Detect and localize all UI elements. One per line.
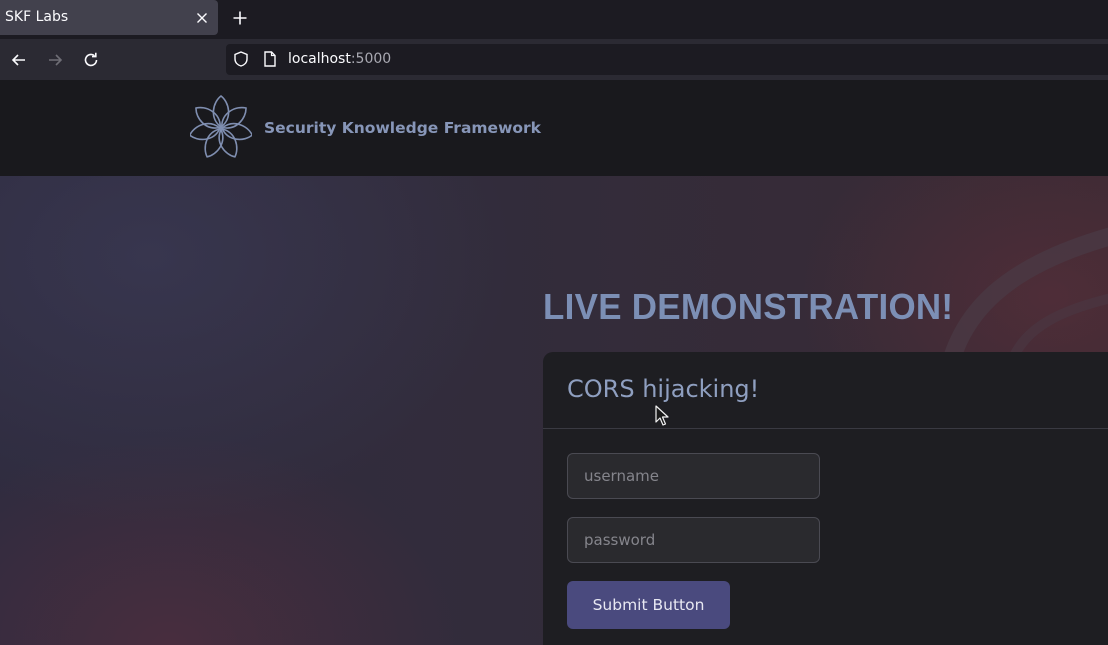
tab-title: SKF Labs [5, 9, 69, 25]
url-port: :5000 [350, 51, 392, 67]
username-input[interactable] [567, 453, 820, 499]
card-title: CORS hijacking! [567, 375, 760, 403]
forward-arrow-icon[interactable] [44, 49, 66, 71]
skf-flower-logo[interactable] [190, 95, 252, 161]
browser-tab[interactable]: SKF Labs [0, 0, 218, 35]
url-host: localhost [288, 51, 351, 67]
brand-name[interactable]: Security Knowledge Framework [264, 119, 541, 137]
site-header [0, 80, 1108, 176]
page-icon[interactable] [261, 50, 279, 68]
plus-icon[interactable] [230, 8, 250, 28]
url-text[interactable]: localhost:5000 [288, 51, 391, 67]
hero-title: LIVE DEMONSTRATION! [543, 286, 954, 327]
submit-button[interactable]: Submit Button [567, 581, 730, 629]
mouse-cursor [655, 405, 669, 426]
reload-icon[interactable] [80, 49, 102, 71]
card-divider [543, 428, 1108, 429]
shield-icon[interactable] [232, 50, 250, 68]
close-icon[interactable] [193, 9, 211, 27]
password-input[interactable] [567, 517, 820, 563]
back-arrow-icon[interactable] [8, 49, 30, 71]
